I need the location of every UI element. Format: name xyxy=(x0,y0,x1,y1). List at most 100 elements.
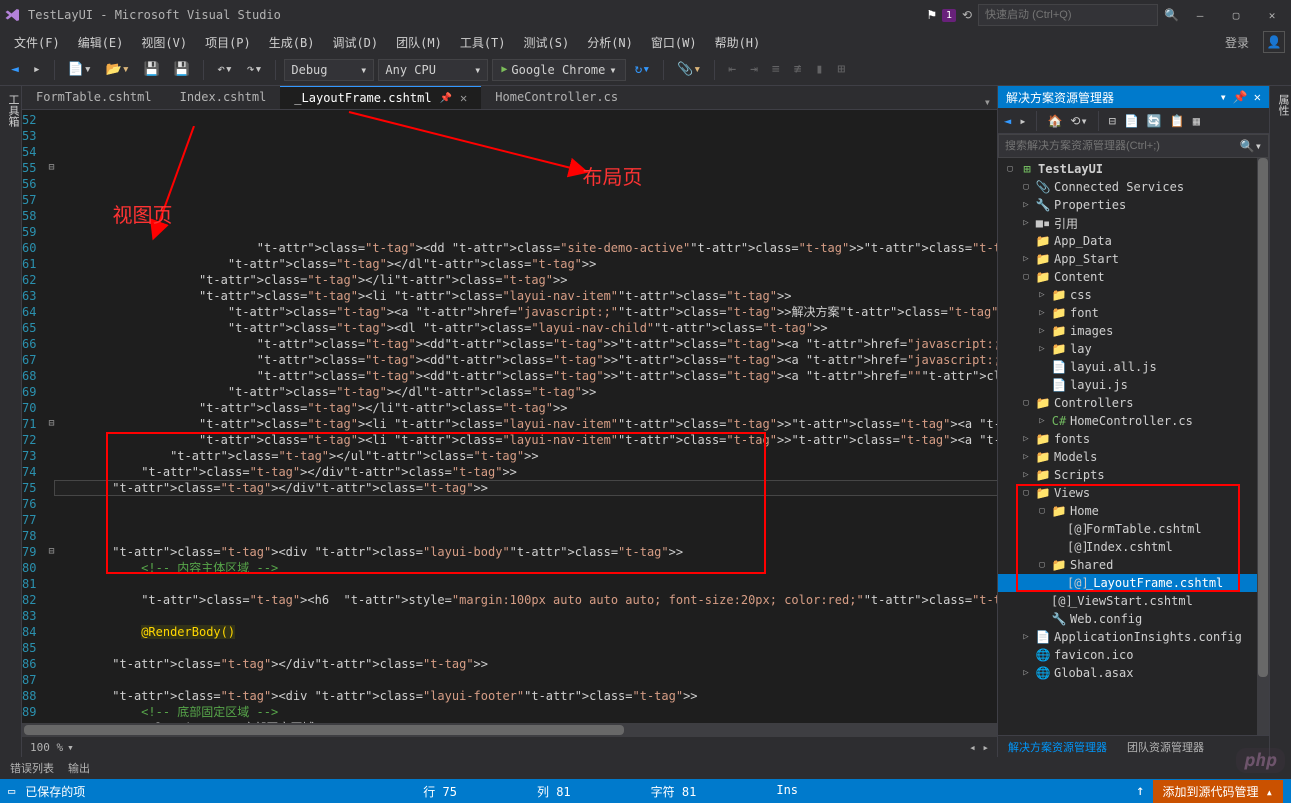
tree-node[interactable]: ▷📁fonts xyxy=(998,430,1269,448)
se-back-button[interactable]: ◄ xyxy=(1002,112,1013,130)
avatar-icon[interactable]: 👤 xyxy=(1263,31,1285,53)
menu-item[interactable]: 项目(P) xyxy=(197,31,259,54)
tree-node[interactable]: ▢📁Content xyxy=(998,268,1269,286)
se-search[interactable]: 🔍▾ xyxy=(998,134,1269,158)
se-search-input[interactable] xyxy=(1005,140,1240,152)
menu-item[interactable]: 分析(N) xyxy=(579,31,641,54)
save-all-button[interactable]: 💾 xyxy=(169,59,195,80)
tree-node[interactable]: ▷📄ApplicationInsights.config xyxy=(998,628,1269,646)
se-collapse-button[interactable]: ⊟ xyxy=(1107,112,1118,130)
tree-node[interactable]: 📄layui.all.js xyxy=(998,358,1269,376)
editor-tab[interactable]: _LayoutFrame.cshtml📌✕ xyxy=(280,86,481,109)
tree-node[interactable]: 🌐favicon.ico xyxy=(998,646,1269,664)
tree-node[interactable]: ▢📁Shared xyxy=(998,556,1269,574)
back-button[interactable]: ◄ xyxy=(6,59,24,80)
tree-node[interactable]: ▢📁Home xyxy=(998,502,1269,520)
open-button[interactable]: 📂▾ xyxy=(101,59,135,80)
maximize-button[interactable]: ▢ xyxy=(1221,4,1251,26)
editor-tab[interactable]: Index.cshtml xyxy=(166,86,281,109)
menu-item[interactable]: 文件(F) xyxy=(6,31,68,54)
toolbox-rail[interactable]: 工具箱 xyxy=(0,86,22,757)
tab-error-list[interactable]: 错误列表 xyxy=(10,760,54,776)
feedback-icon[interactable]: ⟲ xyxy=(962,8,972,22)
se-vscroll[interactable] xyxy=(1257,158,1269,735)
se-sync-button[interactable]: ⟲▾ xyxy=(1068,112,1089,130)
se-search-icon[interactable]: 🔍▾ xyxy=(1240,139,1262,153)
se-title-bar[interactable]: 解决方案资源管理器 ▾ 📌 ✕ xyxy=(998,86,1269,108)
redo-button[interactable]: ↷▾ xyxy=(242,59,268,80)
save-button[interactable]: 💾 xyxy=(139,59,165,80)
undo-button[interactable]: ↶▾ xyxy=(212,59,238,80)
se-tab-solution[interactable]: 解决方案资源管理器 xyxy=(998,736,1117,757)
menu-item[interactable]: 工具(T) xyxy=(452,31,514,54)
se-showall-button[interactable]: 📄 xyxy=(1122,112,1141,130)
pin-icon[interactable]: 📌 xyxy=(440,93,452,104)
new-project-button[interactable]: 📄▾ xyxy=(63,59,97,80)
config-combo[interactable]: Debug▾ xyxy=(284,59,374,81)
editor-tab[interactable]: HomeController.cs xyxy=(481,86,632,109)
menu-item[interactable]: 帮助(H) xyxy=(707,31,769,54)
zoom-indicator[interactable]: 100 %▾◂ ▸ xyxy=(22,737,997,757)
code-editor[interactable]: 视图页 布局页 "t-attr">class="t-tag"><dd "t-at… xyxy=(54,110,997,723)
search-icon[interactable]: 🔍 xyxy=(1164,8,1179,22)
platform-combo[interactable]: Any CPU▾ xyxy=(378,59,488,81)
notification-badge[interactable]: 1 xyxy=(942,9,956,22)
editor-tab[interactable]: FormTable.cshtml xyxy=(22,86,166,109)
tab-output[interactable]: 输出 xyxy=(68,760,90,776)
menu-item[interactable]: 团队(M) xyxy=(388,31,450,54)
attach-button[interactable]: 📎▾ xyxy=(672,59,706,80)
tree-node[interactable]: ▷📁App_Start xyxy=(998,250,1269,268)
forward-button[interactable]: ▸ xyxy=(28,59,46,80)
se-tree[interactable]: ▢⊞TestLayUI ▢📎Connected Services▷🔧Proper… xyxy=(998,158,1269,735)
tree-node[interactable]: ▷📁css xyxy=(998,286,1269,304)
menu-item[interactable]: 视图(V) xyxy=(133,31,195,54)
login-link[interactable]: 登录 xyxy=(1215,34,1259,51)
tree-node[interactable]: ▢📎Connected Services xyxy=(998,178,1269,196)
minimize-button[interactable]: ― xyxy=(1185,4,1215,26)
tab-scroll-button[interactable]: ▾ xyxy=(984,95,991,109)
tree-node[interactable]: [@]Index.cshtml xyxy=(998,538,1269,556)
source-control-button[interactable]: 添加到源代码管理 ▴ xyxy=(1153,780,1283,803)
tree-node[interactable]: [@]FormTable.cshtml xyxy=(998,520,1269,538)
se-copy-button[interactable]: 📋 xyxy=(1168,112,1187,130)
se-pin-icon[interactable]: 📌 xyxy=(1233,90,1248,104)
tree-node[interactable]: ▷C#HomeController.cs xyxy=(998,412,1269,430)
se-home-button[interactable]: 🏠 xyxy=(1045,112,1064,130)
browser-link-button[interactable]: ↻▾ xyxy=(630,59,656,80)
se-properties-button[interactable]: ▦ xyxy=(1191,112,1202,130)
tree-node[interactable]: [@]_ViewStart.cshtml xyxy=(998,592,1269,610)
tree-node[interactable]: ▷📁images xyxy=(998,322,1269,340)
tree-node[interactable]: ▷📁font xyxy=(998,304,1269,322)
flag-icon[interactable]: ⚑ xyxy=(928,7,936,23)
se-forward-button[interactable]: ▸ xyxy=(1017,112,1028,130)
tree-node[interactable]: ▷📁Models xyxy=(998,448,1269,466)
publish-icon[interactable]: ↑ xyxy=(1136,783,1144,799)
menu-item[interactable]: 生成(B) xyxy=(261,31,323,54)
tree-node[interactable]: ▷🔧Properties xyxy=(998,196,1269,214)
menu-item[interactable]: 窗口(W) xyxy=(643,31,705,54)
menu-item[interactable]: 调试(D) xyxy=(324,31,386,54)
tree-node[interactable]: ▷📁Scripts xyxy=(998,466,1269,484)
tree-node[interactable]: 📄layui.js xyxy=(998,376,1269,394)
close-button[interactable]: ✕ xyxy=(1257,4,1287,26)
tree-node[interactable]: ▷■▪引用 xyxy=(998,214,1269,232)
tab-close-icon[interactable]: ✕ xyxy=(460,91,467,105)
quick-launch-input[interactable] xyxy=(978,4,1158,26)
tree-node[interactable]: ▷🌐Global.asax xyxy=(998,664,1269,682)
se-dropdown-icon[interactable]: ▾ xyxy=(1220,90,1227,104)
tree-node[interactable]: 🔧Web.config xyxy=(998,610,1269,628)
tree-project-root[interactable]: ▢⊞TestLayUI xyxy=(998,160,1269,178)
tree-node[interactable]: 📁App_Data xyxy=(998,232,1269,250)
se-close-icon[interactable]: ✕ xyxy=(1254,90,1261,104)
se-refresh-button[interactable]: 🔄 xyxy=(1145,112,1164,130)
start-debug-button[interactable]: ▶ Google Chrome ▾ xyxy=(492,59,625,81)
tree-node[interactable]: ▢📁Controllers xyxy=(998,394,1269,412)
tree-node[interactable]: ▷📁lay xyxy=(998,340,1269,358)
properties-rail[interactable]: 属性 xyxy=(1269,86,1291,757)
editor-hscroll[interactable] xyxy=(22,723,997,737)
menu-item[interactable]: 测试(S) xyxy=(516,31,578,54)
tree-node[interactable]: [@]_LayoutFrame.cshtml xyxy=(998,574,1269,592)
menu-item[interactable]: 编辑(E) xyxy=(70,31,132,54)
se-tab-team[interactable]: 团队资源管理器 xyxy=(1117,736,1214,757)
tree-node[interactable]: ▢📁Views xyxy=(998,484,1269,502)
